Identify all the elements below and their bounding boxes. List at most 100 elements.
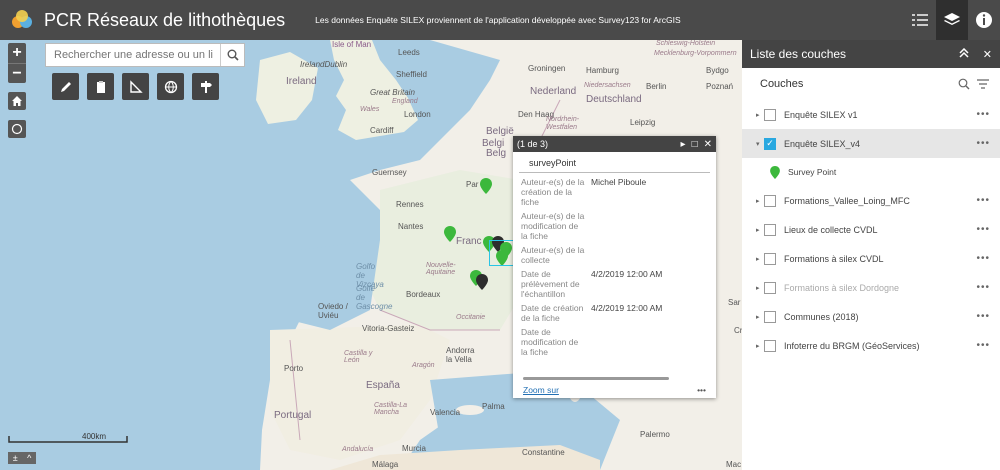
attribute-row: Auteur-e(s) de la collecte (521, 245, 585, 265)
about-button[interactable] (968, 0, 1000, 40)
draw-button[interactable] (52, 73, 79, 100)
popup-scrollbar[interactable] (523, 377, 669, 380)
attribute-row: Auteur-e(s) de la création de la fiche Mi… (521, 177, 647, 207)
more-actions-button[interactable]: ••• (697, 385, 706, 395)
layer-list-button[interactable] (936, 0, 968, 40)
layer-checkbox[interactable]: ✓ (764, 137, 776, 150)
layer-item[interactable]: ▸ Infoterre du BRGM (GéoServices) ••• (742, 331, 1000, 360)
map-label: Mac (726, 460, 742, 469)
zoom-control: + − (8, 43, 26, 83)
layer-options-button[interactable]: ••• (976, 253, 990, 264)
layer-item[interactable]: ▸ Communes (2018) ••• (742, 302, 1000, 331)
layer-name: Formations à silex Dordogne (784, 282, 900, 293)
survey-point-marker[interactable] (476, 274, 488, 290)
map-label: England (392, 98, 418, 105)
scale-bar (8, 436, 128, 443)
layer-checkbox[interactable] (764, 281, 776, 294)
legend-button[interactable] (904, 0, 936, 40)
map-label: Schleswig-Holstein (656, 40, 716, 47)
close-popup-button[interactable]: ✕ (704, 139, 712, 150)
layer-checkbox[interactable] (764, 194, 776, 207)
map-label: Niedersachsen (584, 82, 631, 89)
layer-item[interactable]: ▸ Enquête SILEX v1 ••• (742, 100, 1000, 129)
expand-icon[interactable]: ▸ (756, 226, 764, 234)
popup-attributes[interactable]: Auteur-e(s) de la création de la fiche Mi… (513, 173, 716, 378)
attribute-row: Date de création de la fiche 4/2/2019 12:… (521, 303, 663, 323)
app-subtitle: Les données Enquête SILEX proviennent de… (315, 15, 681, 25)
layer-options-button[interactable]: ••• (976, 282, 990, 293)
popup-title: surveyPoint (519, 152, 710, 173)
home-button[interactable] (8, 92, 26, 110)
pencil-icon (60, 81, 71, 92)
expand-icon[interactable]: ▸ (756, 111, 764, 119)
layer-item[interactable]: ▸ Lieux de collecte CVDL ••• (742, 215, 1000, 244)
double-chevron-up-icon (959, 47, 969, 58)
basemap-gallery-button[interactable] (157, 73, 184, 100)
popup-header: (1 de 3) ▸ □ ✕ (513, 136, 716, 152)
layer-checkbox[interactable] (764, 252, 776, 265)
layer-name: Formations_Vallee_Loing_MFC (784, 195, 910, 206)
layers-section-title: Couches (760, 78, 804, 90)
zoom-out-button[interactable]: − (8, 63, 26, 83)
locate-icon (11, 123, 23, 135)
collapse-icon[interactable]: ▾ (756, 140, 764, 148)
map-label: Vitoria-Gasteiz (362, 324, 415, 333)
map-label: Wales (360, 106, 380, 113)
layer-item[interactable]: ▸ Formations à silex Dordogne ••• (742, 273, 1000, 302)
layer-item[interactable]: ▸ Formations_Vallee_Loing_MFC ••• (742, 186, 1000, 215)
scale-label: 400km (82, 432, 107, 441)
legend-item: Survey Point (742, 158, 1000, 186)
app-title: PCR Réseaux de lithothèques (44, 9, 286, 30)
map-label: Porto (284, 364, 304, 373)
map-label: Leeds (398, 48, 420, 57)
maximize-button[interactable]: □ (692, 139, 698, 150)
layer-options-button[interactable]: ••• (976, 109, 990, 120)
collapse-panel-button[interactable] (959, 47, 969, 61)
survey-point-marker[interactable] (444, 226, 456, 242)
filter-list-icon[interactable] (976, 78, 990, 90)
map-label: Ireland (286, 76, 317, 87)
zoom-in-button[interactable]: + (8, 43, 26, 63)
search-icon (227, 49, 239, 61)
layers-icon (944, 13, 960, 25)
layer-name: Enquête SILEX_v4 (784, 138, 861, 149)
layer-name: Formations à silex CVDL (784, 253, 884, 264)
layer-item[interactable]: ▾ ✓ Enquête SILEX_v4 ••• (742, 129, 1000, 158)
search-input[interactable] (46, 44, 220, 66)
map-label: Golfe de Gascogne (356, 284, 393, 311)
overview-toggle[interactable]: ± ^ (8, 452, 36, 464)
survey-point-marker[interactable] (480, 178, 492, 194)
layer-options-button[interactable]: ••• (976, 224, 990, 235)
measure-button[interactable] (122, 73, 149, 100)
layer-checkbox[interactable] (764, 339, 776, 352)
expand-icon[interactable]: ▸ (756, 284, 764, 292)
layer-options-button[interactable]: ••• (976, 195, 990, 206)
layer-options-button[interactable]: ••• (976, 340, 990, 351)
expand-icon[interactable]: ▸ (756, 342, 764, 350)
close-panel-button[interactable]: ✕ (983, 48, 992, 61)
expand-icon[interactable]: ▸ (756, 197, 764, 205)
layer-options-button[interactable]: ••• (976, 138, 990, 149)
locate-button[interactable] (8, 120, 26, 138)
layer-checkbox[interactable] (764, 223, 776, 236)
expand-icon[interactable]: ▸ (756, 313, 764, 321)
layer-item[interactable]: ▸ Formations à silex CVDL ••• (742, 244, 1000, 273)
layer-checkbox[interactable] (764, 108, 776, 121)
map-label: Cr (734, 326, 742, 335)
layer-options-button[interactable]: ••• (976, 311, 990, 322)
map-label: Castilla y León (344, 350, 373, 364)
map-label: Málaga (372, 460, 399, 469)
map-label: Palma (482, 402, 505, 411)
selection-highlight (489, 240, 515, 266)
expand-icon[interactable]: ▸ (756, 255, 764, 263)
map-label: Constantine (522, 448, 565, 457)
layer-checkbox[interactable] (764, 310, 776, 323)
search-icon[interactable] (958, 78, 970, 90)
bookmark-button[interactable] (192, 73, 219, 100)
search-button[interactable] (220, 44, 244, 66)
signpost-icon (200, 80, 212, 93)
plus-minus-icon: ± (12, 453, 18, 463)
print-button[interactable] (87, 73, 114, 100)
zoom-to-link[interactable]: Zoom sur (523, 385, 559, 395)
next-feature-button[interactable]: ▸ (681, 139, 686, 150)
